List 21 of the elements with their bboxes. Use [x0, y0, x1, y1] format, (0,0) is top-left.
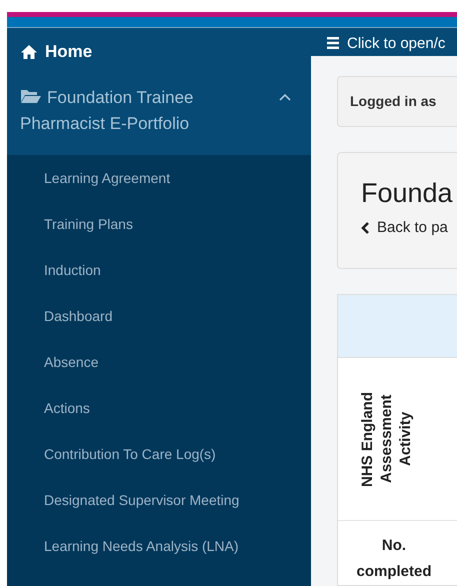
chevron-left-icon: [361, 222, 370, 234]
back-link[interactable]: Back to pa: [361, 216, 457, 240]
sidebar-item[interactable]: Designated Supervisor Meeting: [7, 477, 311, 523]
sidebar-item[interactable]: Training Plans: [7, 201, 311, 247]
sidebar-item[interactable]: Actions: [7, 385, 311, 431]
sidebar-item[interactable]: Dashboard: [7, 293, 311, 339]
column-header: NHS England Assessment Activity: [358, 390, 415, 489]
home-link[interactable]: Home: [7, 28, 311, 75]
sidebar-item[interactable]: Contribution To Care Log(s): [7, 431, 311, 477]
sidebar-item[interactable]: Learning Needs Analysis (LNA): [7, 523, 311, 569]
home-icon: [20, 44, 38, 60]
page-title: Founda: [361, 179, 454, 209]
sidebar-item[interactable]: Learning Agreement: [7, 155, 311, 201]
folder-icon: [20, 88, 42, 104]
portfolio-menu-toggle[interactable]: Foundation Trainee Pharmacist E-Portfolio: [7, 75, 311, 155]
logged-in-panel: Logged in as: [337, 76, 457, 127]
menu-icon: [326, 36, 340, 50]
sidebar-item[interactable]: Absence: [7, 339, 311, 385]
table-cell-text: No. completed: [355, 536, 432, 582]
sidebar-item[interactable]: Induction: [7, 247, 311, 293]
sidebar-toggle-button[interactable]: Click to open/c: [311, 28, 457, 56]
